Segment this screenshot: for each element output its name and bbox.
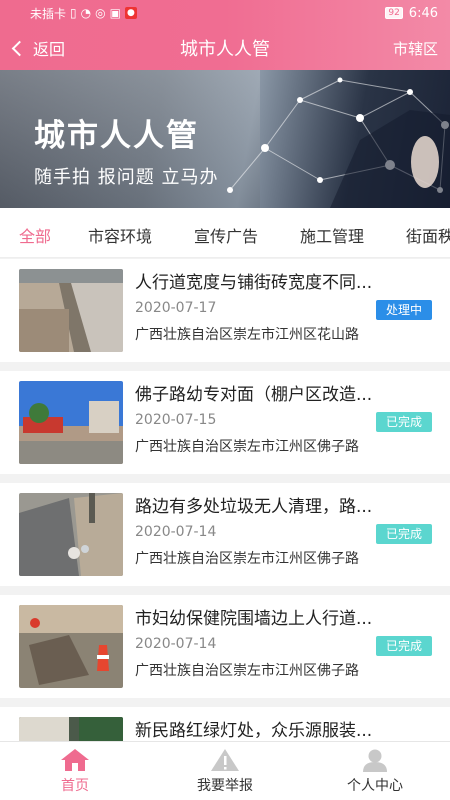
sim-icon: ▯ bbox=[70, 6, 77, 20]
district-selector[interactable]: 市辖区 bbox=[393, 38, 438, 59]
banner[interactable]: 城市人人管 随手拍 报问题 立马办 bbox=[0, 70, 450, 208]
app-icon: ▣ bbox=[109, 6, 121, 20]
back-button[interactable]: 返回 bbox=[11, 36, 66, 60]
tab-construction[interactable]: 施工管理 bbox=[300, 223, 364, 247]
chevron-left-icon bbox=[11, 40, 28, 56]
bottom-tab-bar: 首页 我要举报 个人中心 bbox=[0, 741, 450, 800]
report-date: 2020-07-14 bbox=[135, 636, 217, 652]
report-item[interactable]: 新民路红绿灯处，众乐源服装... bbox=[0, 707, 450, 741]
tab-home[interactable]: 首页 bbox=[0, 742, 150, 800]
battery-icon: 92 bbox=[385, 7, 403, 19]
hd-icon: ◎ bbox=[95, 6, 106, 20]
report-title: 市妇幼保健院围墙边上人行道... bbox=[135, 609, 373, 629]
back-label: 返回 bbox=[33, 40, 66, 59]
report-address: 广西壮族自治区崇左市江州区佛子路 bbox=[135, 439, 359, 455]
tab-street-order[interactable]: 街面秩 bbox=[406, 223, 450, 247]
report-address: 广西壮族自治区崇左市江州区佛子路 bbox=[135, 551, 359, 567]
status-badge: 处理中 bbox=[376, 300, 432, 320]
tab-all[interactable]: 全部 bbox=[19, 223, 51, 247]
tab-report-label: 我要举报 bbox=[197, 778, 253, 794]
report-photo bbox=[19, 493, 123, 576]
mic-icon: ● bbox=[124, 7, 137, 19]
report-item[interactable]: 市妇幼保健院围墙边上人行道... 2020-07-14 已完成 广西壮族自治区崇… bbox=[0, 595, 450, 698]
report-item[interactable]: 人行道宽度与铺街砖宽度不同... 2020-07-17 处理中 广西壮族自治区崇… bbox=[0, 259, 450, 362]
home-icon bbox=[61, 749, 89, 771]
banner-title: 城市人人管 bbox=[34, 118, 199, 154]
user-icon bbox=[363, 749, 387, 772]
report-address: 广西壮族自治区崇左市江州区佛子路 bbox=[135, 663, 359, 679]
tab-profile-label: 个人中心 bbox=[347, 778, 403, 794]
report-date: 2020-07-14 bbox=[135, 524, 217, 540]
report-photo bbox=[19, 381, 123, 464]
tab-report[interactable]: 我要举报 bbox=[150, 742, 300, 800]
tab-profile[interactable]: 个人中心 bbox=[300, 742, 450, 800]
report-title: 路边有多处垃圾无人清理，路... bbox=[135, 497, 373, 517]
warning-icon bbox=[211, 749, 239, 771]
tab-home-label: 首页 bbox=[61, 778, 89, 794]
report-date: 2020-07-17 bbox=[135, 300, 217, 316]
carrier-text: 未插卡 bbox=[30, 6, 67, 21]
report-item[interactable]: 佛子路幼专对面（棚户区改造... 2020-07-15 已完成 广西壮族自治区崇… bbox=[0, 371, 450, 474]
wifi-icon: ◔ bbox=[80, 6, 92, 20]
report-photo bbox=[19, 717, 123, 741]
clock: 6:46 bbox=[408, 5, 438, 21]
status-badge: 已完成 bbox=[376, 636, 432, 656]
status-badge: 已完成 bbox=[376, 524, 432, 544]
tab-city-environment[interactable]: 市容环境 bbox=[88, 223, 152, 247]
banner-subtitle: 随手拍 报问题 立马办 bbox=[34, 167, 219, 188]
page-title: 城市人人管 bbox=[180, 39, 270, 60]
report-title: 新民路红绿灯处，众乐源服装... bbox=[135, 721, 373, 741]
header: 未插卡 ▯ ◔ ◎ ▣ ● 92 6:46 返回 城市人人管 市辖区 bbox=[0, 0, 450, 70]
tab-advertising[interactable]: 宣传广告 bbox=[194, 223, 258, 247]
report-list: 人行道宽度与铺街砖宽度不同... 2020-07-17 处理中 广西壮族自治区崇… bbox=[0, 259, 450, 741]
report-title: 佛子路幼专对面（棚户区改造... bbox=[135, 385, 373, 405]
status-badge: 已完成 bbox=[376, 412, 432, 432]
report-date: 2020-07-15 bbox=[135, 412, 217, 428]
report-title: 人行道宽度与铺街砖宽度不同... bbox=[135, 273, 373, 293]
report-photo bbox=[19, 269, 123, 352]
status-bar: 未插卡 ▯ ◔ ◎ ▣ ● 92 6:46 bbox=[0, 0, 450, 26]
nav-bar: 返回 城市人人管 市辖区 bbox=[0, 26, 450, 70]
report-photo bbox=[19, 605, 123, 688]
report-address: 广西壮族自治区崇左市江州区花山路 bbox=[135, 327, 359, 343]
report-item[interactable]: 路边有多处垃圾无人清理，路... 2020-07-14 已完成 广西壮族自治区崇… bbox=[0, 483, 450, 586]
category-tabs: 全部 市容环境 宣传广告 施工管理 街面秩 bbox=[0, 208, 450, 258]
